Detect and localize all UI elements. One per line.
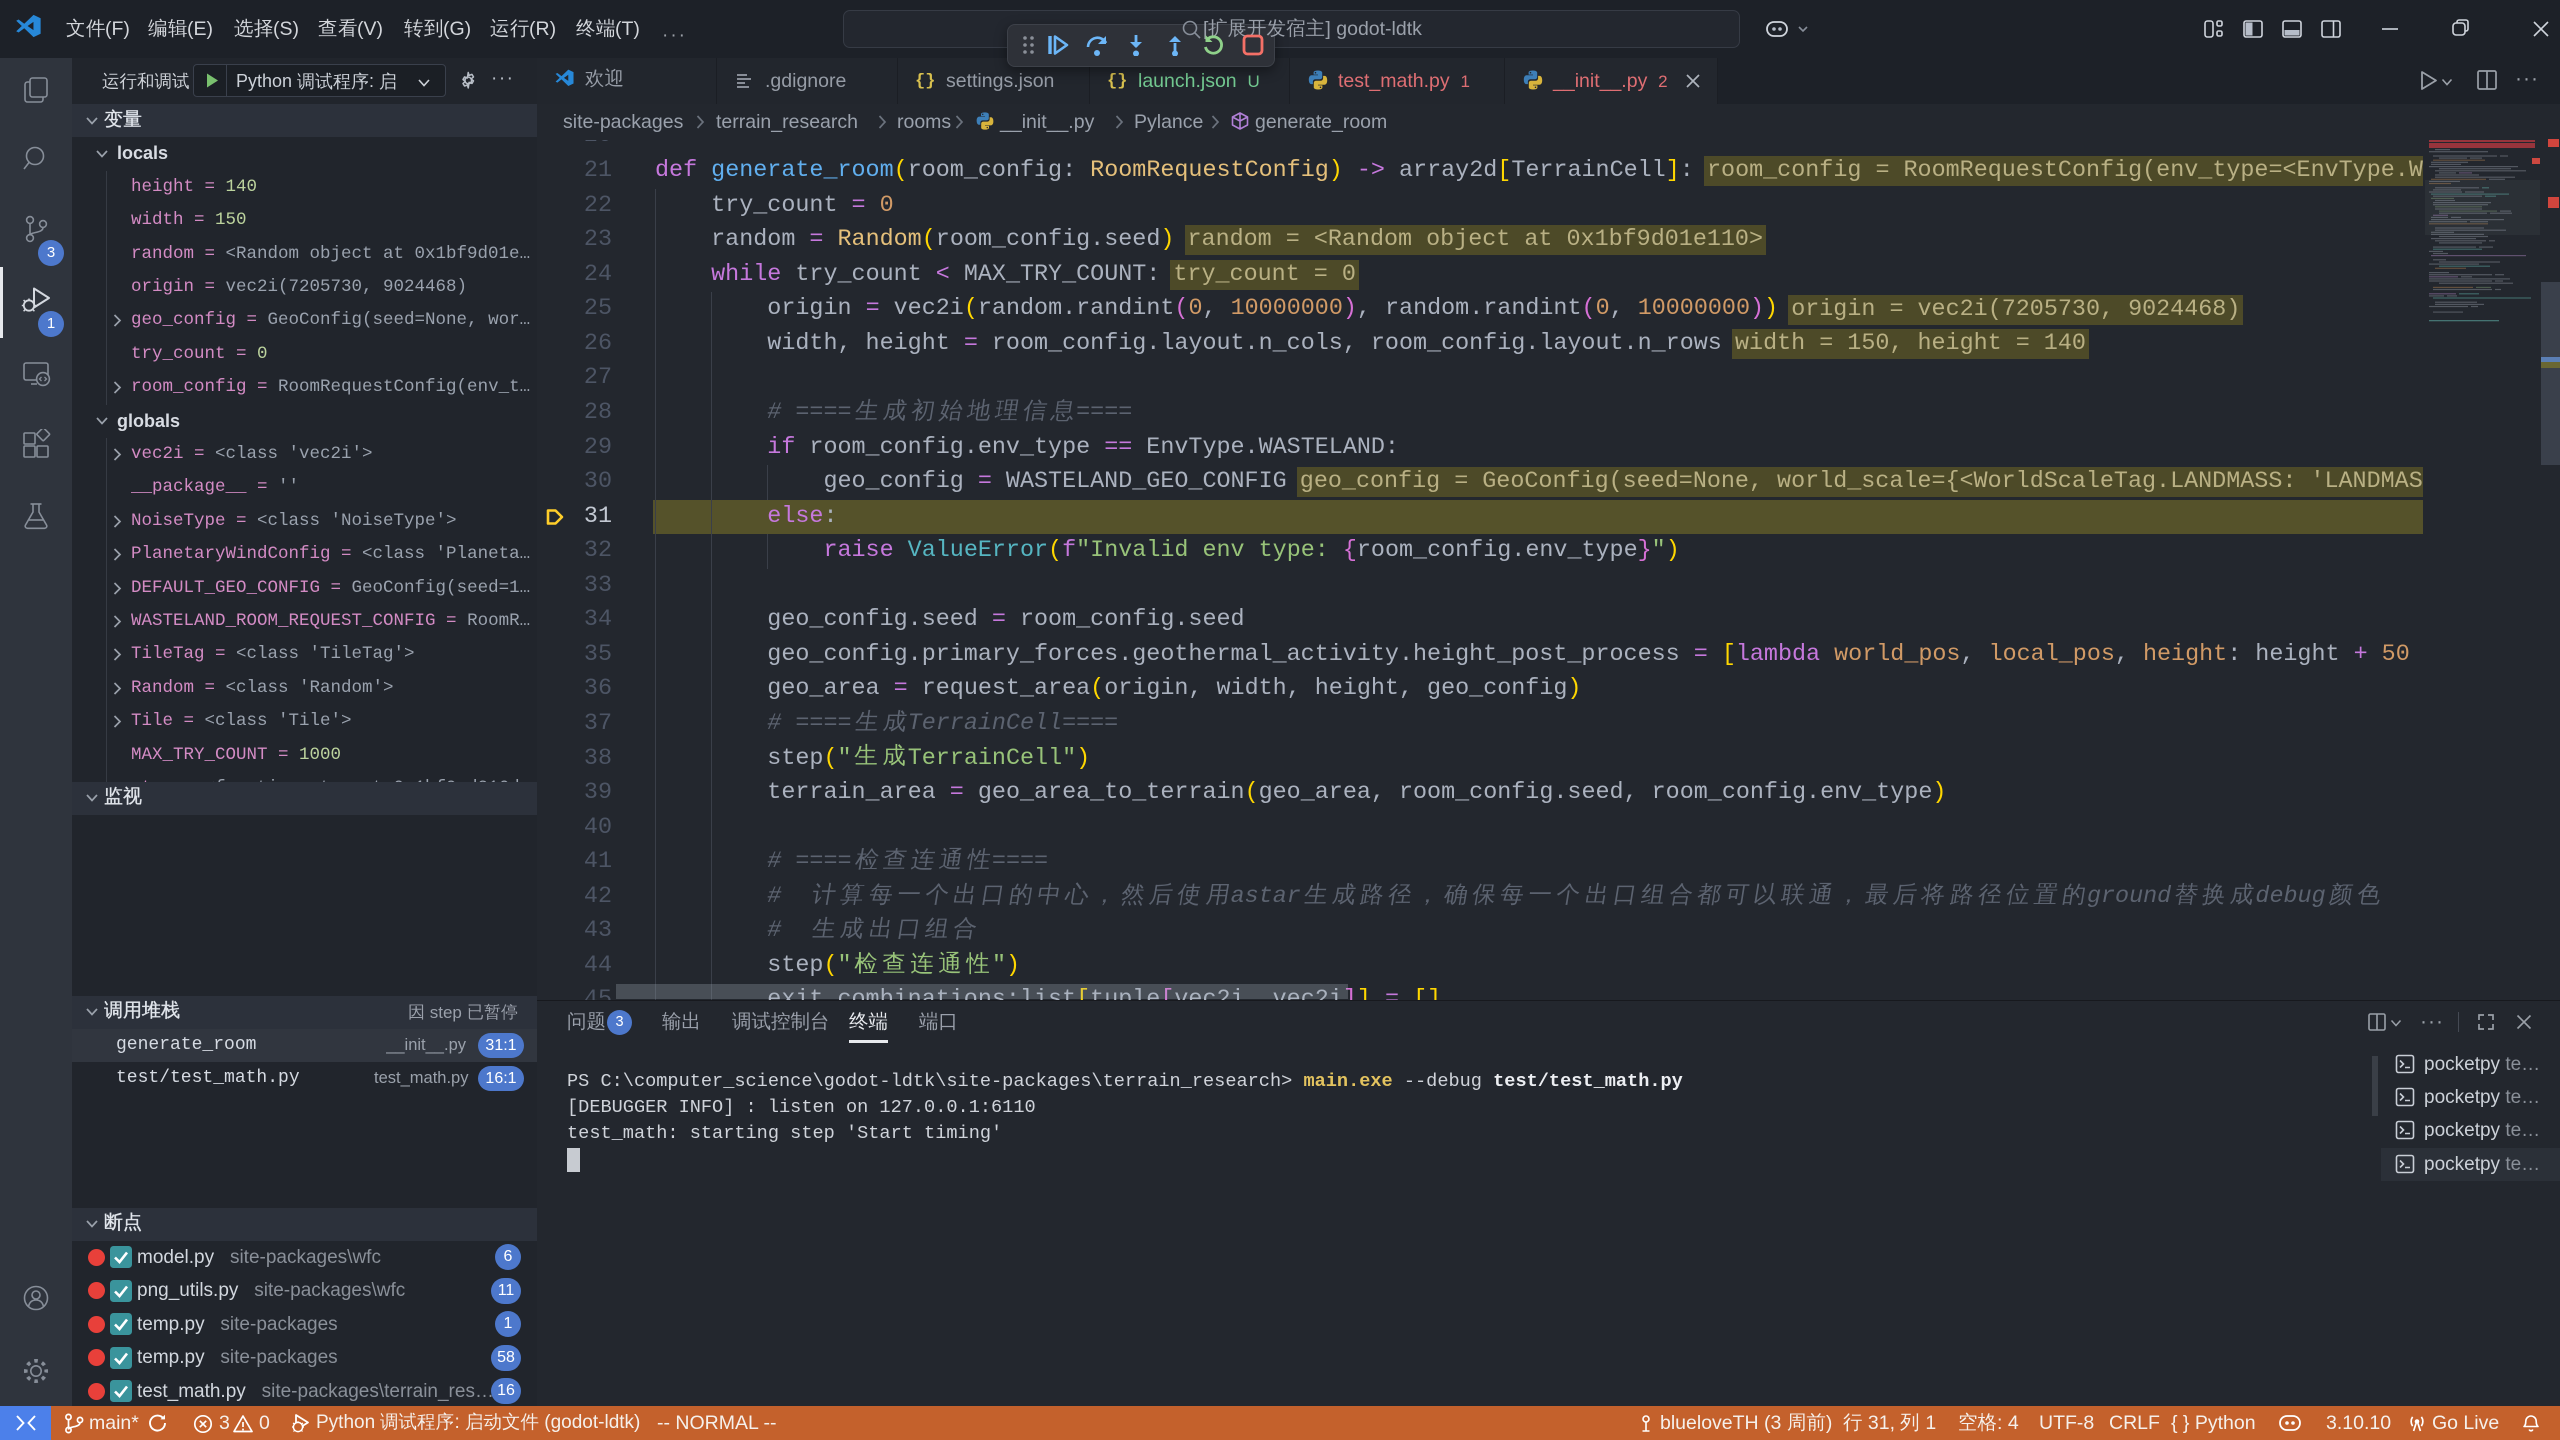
svg-text:{}: {} (915, 72, 935, 91)
svg-text:{}: {} (1107, 72, 1127, 91)
